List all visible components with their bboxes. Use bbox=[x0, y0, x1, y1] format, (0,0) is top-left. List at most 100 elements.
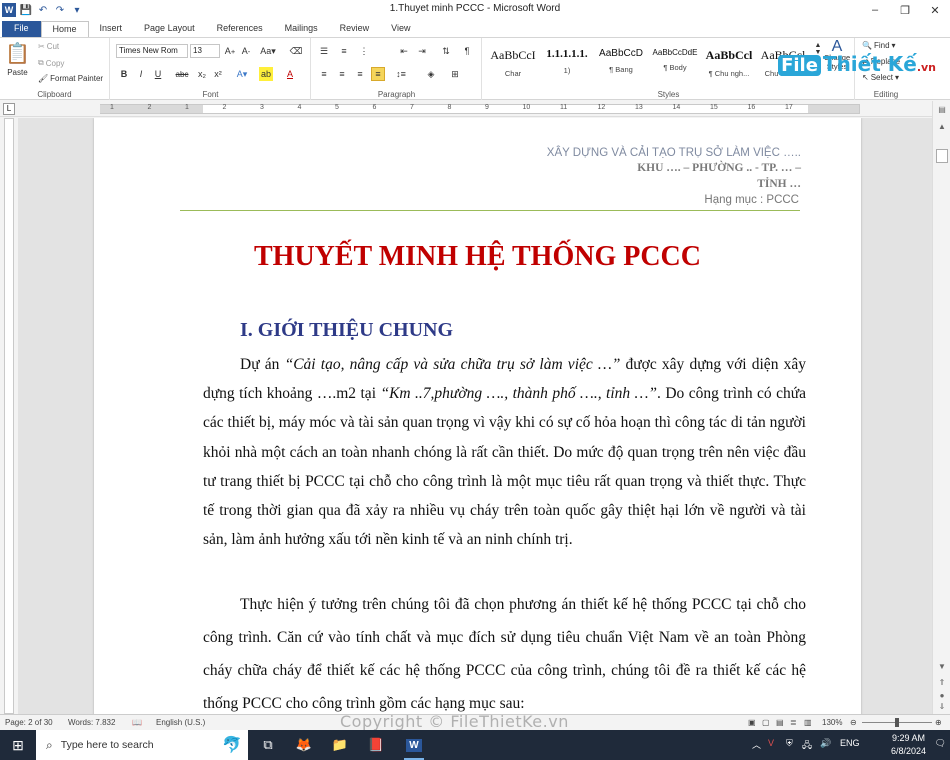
zoom-out-icon[interactable]: ⊖ bbox=[850, 718, 857, 727]
start-button[interactable]: ⊞ bbox=[0, 730, 36, 760]
increase-indent-icon[interactable]: ⇥ bbox=[415, 44, 429, 58]
borders-icon[interactable]: ⊞ bbox=[448, 67, 462, 81]
clock[interactable]: 9:29 AM 6/8/2024 bbox=[891, 732, 926, 758]
window-title: 1.Thuyet minh PCCC - Microsoft Word bbox=[389, 3, 561, 14]
font-name-combo[interactable]: Times New Rom bbox=[116, 44, 188, 58]
tab-file[interactable]: File bbox=[2, 21, 41, 37]
underline-button[interactable]: U bbox=[151, 67, 165, 81]
find-button[interactable]: 🔍 Find ▾ bbox=[862, 41, 896, 50]
font-size-combo[interactable]: 13 bbox=[190, 44, 220, 58]
pdf-app-icon[interactable]: 📕 bbox=[358, 730, 394, 760]
highlight-icon[interactable]: ab bbox=[259, 67, 273, 81]
web-layout-icon[interactable]: ▤ bbox=[776, 718, 784, 727]
multilevel-list-icon[interactable]: ⋮ bbox=[357, 44, 371, 58]
sort-icon[interactable]: ⇅ bbox=[439, 44, 453, 58]
align-right-icon[interactable]: ≡ bbox=[353, 67, 367, 81]
font-color-icon[interactable]: A bbox=[283, 67, 297, 81]
close-button[interactable]: ✕ bbox=[920, 0, 950, 20]
full-screen-icon[interactable]: ▢ bbox=[762, 718, 770, 727]
style-body[interactable]: AaBbCcDdE ¶ Body bbox=[648, 42, 702, 86]
horizontal-ruler[interactable]: L 1 2 1 2 3 4 5 6 7 8 9 10 11 12 13 14 15 16 17 bbox=[0, 101, 950, 117]
ribbon-tabs: File Home Insert Page Layout References … bbox=[0, 20, 950, 37]
superscript-button[interactable]: x² bbox=[211, 67, 225, 81]
tab-mailings[interactable]: Mailings bbox=[274, 21, 329, 37]
firefox-icon[interactable]: 🦊 bbox=[286, 730, 322, 760]
cut-button[interactable]: ✂ Cut bbox=[38, 42, 59, 51]
numbering-icon[interactable]: ≡ bbox=[337, 44, 351, 58]
view-ruler-icon[interactable]: ▤ bbox=[936, 104, 948, 116]
tab-selector-icon[interactable]: L bbox=[3, 103, 15, 115]
word-count[interactable]: Words: 7.832 bbox=[68, 718, 115, 727]
minimize-button[interactable]: – bbox=[860, 0, 890, 20]
file-explorer-icon[interactable]: 📁 bbox=[322, 730, 358, 760]
text-effects-icon[interactable]: A▾ bbox=[235, 67, 249, 81]
scroll-up-icon[interactable]: ▲ bbox=[936, 121, 948, 133]
copy-button[interactable]: ⧉ Copy bbox=[38, 58, 64, 68]
tab-references[interactable]: References bbox=[206, 21, 274, 37]
line-spacing-icon[interactable]: ↕≡ bbox=[394, 67, 408, 81]
tray-app-icon[interactable]: V bbox=[768, 738, 774, 748]
tab-view[interactable]: View bbox=[380, 21, 421, 37]
subscript-button[interactable]: x₂ bbox=[195, 67, 209, 81]
format-painter-button[interactable]: 🖌 Format Painter bbox=[38, 74, 103, 83]
style-bang[interactable]: AaBbCcD ¶ Bang bbox=[594, 42, 648, 86]
bold-button[interactable]: B bbox=[117, 67, 131, 81]
print-layout-icon[interactable]: ▣ bbox=[748, 718, 756, 727]
document-area[interactable]: XÂY DỰNG VÀ CẢI TẠO TRỤ SỞ LÀM VIỆC ….. … bbox=[18, 118, 932, 714]
strikethrough-button[interactable]: abc bbox=[175, 67, 189, 81]
vertical-scrollbar[interactable]: ▤ ▲ ▼ ⇑ ● ⇓ bbox=[932, 101, 950, 714]
save-icon[interactable]: 💾 bbox=[19, 3, 33, 17]
notifications-icon[interactable]: 🗨 bbox=[935, 738, 946, 749]
shading-icon[interactable]: ◈ bbox=[424, 67, 438, 81]
tab-review[interactable]: Review bbox=[329, 21, 381, 37]
draft-icon[interactable]: ▥ bbox=[804, 718, 812, 727]
undo-icon[interactable]: ↶ bbox=[36, 3, 50, 17]
align-left-icon[interactable]: ≡ bbox=[317, 67, 331, 81]
ruler-number: 14 bbox=[672, 104, 681, 111]
ruler-number: 5 bbox=[335, 104, 339, 111]
align-center-icon[interactable]: ≡ bbox=[335, 67, 349, 81]
zoom-level[interactable]: 130% bbox=[822, 718, 842, 727]
next-page-icon[interactable]: ⇓ bbox=[936, 701, 948, 713]
network-icon[interactable]: 🖧 bbox=[802, 738, 812, 754]
ruler-number: 12 bbox=[597, 104, 606, 111]
document-page[interactable]: XÂY DỰNG VÀ CẢI TẠO TRỤ SỞ LÀM VIỆC ….. … bbox=[94, 118, 861, 714]
tray-chevron-icon[interactable]: ︿ bbox=[752, 738, 761, 751]
change-case-button[interactable]: Aa▾ bbox=[260, 44, 276, 58]
italic-button[interactable]: I bbox=[134, 67, 148, 81]
tab-page-layout[interactable]: Page Layout bbox=[133, 21, 206, 37]
shrink-font-button[interactable]: A- bbox=[239, 44, 253, 58]
scroll-down-icon[interactable]: ▼ bbox=[936, 661, 948, 673]
zoom-slider-knob[interactable] bbox=[895, 718, 899, 727]
word-taskbar-icon[interactable]: W bbox=[396, 730, 432, 760]
justify-icon[interactable]: ≡ bbox=[371, 67, 385, 81]
restore-button[interactable]: ❐ bbox=[890, 0, 920, 20]
page-count[interactable]: Page: 2 of 30 bbox=[5, 718, 53, 727]
show-formatting-icon[interactable]: ¶ bbox=[460, 44, 474, 58]
clear-formatting-icon[interactable]: ⌫ bbox=[289, 44, 303, 58]
outline-icon[interactable]: ≣ bbox=[790, 718, 797, 727]
tray-security-icon[interactable]: ⛨ bbox=[786, 738, 793, 749]
style-chu-nghieng[interactable]: AaBbCcl ¶ Chu ngh... bbox=[702, 42, 756, 86]
scroll-thumb[interactable] bbox=[936, 149, 948, 163]
input-language[interactable]: ENG bbox=[840, 738, 860, 748]
previous-page-icon[interactable]: ⇑ bbox=[936, 677, 948, 689]
task-view-icon[interactable]: ⧉ bbox=[250, 730, 286, 760]
paste-button[interactable]: 📋 Paste bbox=[5, 41, 30, 77]
zoom-in-icon[interactable]: ⊕ bbox=[935, 718, 942, 727]
redo-icon[interactable]: ↷ bbox=[53, 3, 67, 17]
tab-insert[interactable]: Insert bbox=[89, 21, 134, 37]
language-indicator[interactable]: English (U.S.) bbox=[156, 718, 205, 727]
customize-toolbar-icon[interactable]: ▾ bbox=[70, 3, 84, 17]
style-char[interactable]: AaBbCcI Char bbox=[486, 42, 540, 86]
grow-font-button[interactable]: A + bbox=[223, 44, 237, 58]
taskbar-search[interactable]: ⌕ Type here to search 🐬 bbox=[36, 730, 248, 760]
proofing-icon[interactable]: 📖 bbox=[132, 718, 142, 727]
decrease-indent-icon[interactable]: ⇤ bbox=[397, 44, 411, 58]
bullets-icon[interactable]: ☰ bbox=[317, 44, 331, 58]
style-numbered[interactable]: 1.1.1.1.1. 1) bbox=[540, 42, 594, 86]
ruler-strip bbox=[100, 104, 860, 114]
tab-home[interactable]: Home bbox=[40, 21, 89, 37]
volume-icon[interactable]: 🔊 bbox=[820, 738, 831, 749]
windows-icon: ⊞ bbox=[12, 736, 24, 753]
